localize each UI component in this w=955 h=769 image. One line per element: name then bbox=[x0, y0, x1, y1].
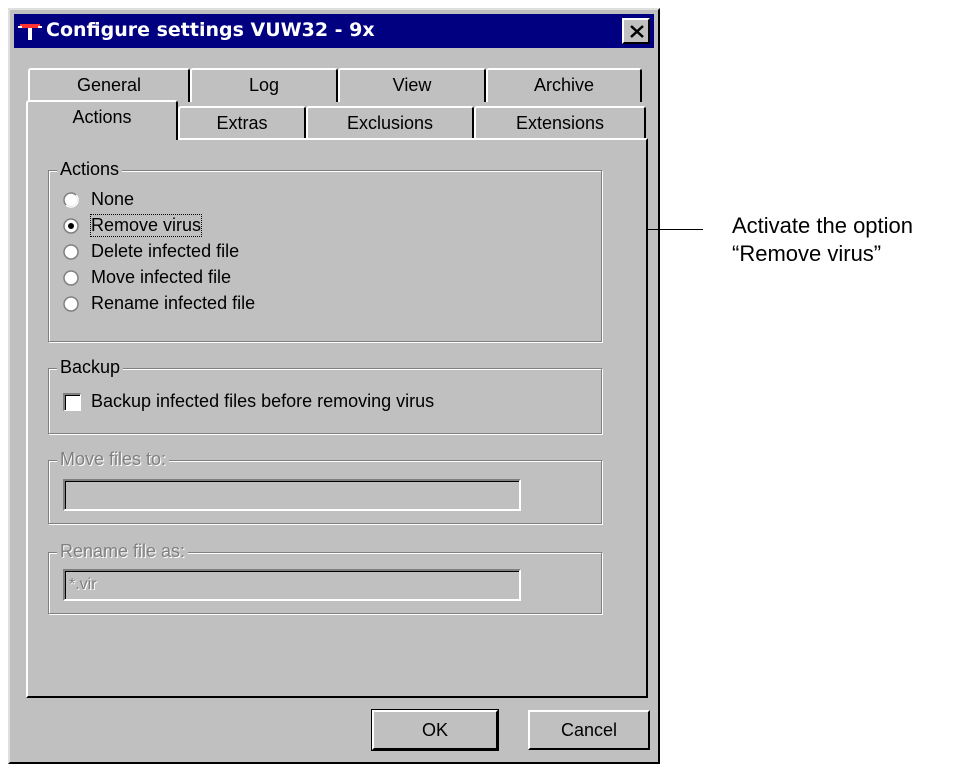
tab-extras[interactable]: Extras bbox=[178, 106, 306, 140]
actions-tab-panel: Actions None Remove virus Delete infecte… bbox=[26, 138, 648, 698]
actions-group: Actions None Remove virus Delete infecte… bbox=[48, 159, 602, 342]
move-files-to-input[interactable] bbox=[63, 479, 521, 511]
tab-extensions[interactable]: Extensions bbox=[474, 106, 646, 140]
rename-file-as-group: Rename file as: *.vir bbox=[48, 541, 602, 614]
close-icon bbox=[630, 25, 644, 38]
ok-button[interactable]: OK bbox=[371, 709, 499, 751]
antivirus-app-icon bbox=[18, 24, 42, 40]
radio-unselected-icon bbox=[63, 270, 79, 286]
title-bar[interactable]: Configure settings VUW32 - 9x bbox=[14, 14, 654, 48]
tab-actions[interactable]: Actions bbox=[26, 100, 178, 140]
radio-selected-icon bbox=[63, 218, 79, 234]
tab-general[interactable]: General bbox=[28, 68, 190, 102]
window-title: Configure settings VUW32 - 9x bbox=[46, 19, 375, 41]
rename-file-as-legend: Rename file as: bbox=[57, 541, 189, 562]
backup-group-legend: Backup bbox=[57, 357, 124, 378]
backup-group: Backup Backup infected files before remo… bbox=[48, 357, 602, 434]
tab-archive[interactable]: Archive bbox=[486, 68, 642, 102]
checkbox-unchecked-icon bbox=[63, 393, 81, 411]
radio-unselected-icon bbox=[63, 192, 79, 208]
rename-file-as-input[interactable]: *.vir bbox=[63, 569, 521, 601]
tab-exclusions[interactable]: Exclusions bbox=[306, 106, 474, 140]
radio-unselected-icon bbox=[63, 244, 79, 260]
actions-group-legend: Actions bbox=[57, 159, 123, 180]
tab-log[interactable]: Log bbox=[190, 68, 338, 102]
tab-view[interactable]: View bbox=[338, 68, 486, 102]
callout-annotation: Activate the option “Remove virus” bbox=[732, 213, 914, 266]
configure-settings-dialog: Configure settings VUW32 - 9x General Lo… bbox=[8, 8, 660, 764]
cancel-button[interactable]: Cancel bbox=[528, 710, 650, 750]
move-files-to-group: Move files to: bbox=[48, 449, 602, 524]
radio-unselected-icon bbox=[63, 296, 79, 312]
close-button[interactable] bbox=[622, 18, 650, 44]
move-files-to-legend: Move files to: bbox=[57, 449, 170, 470]
